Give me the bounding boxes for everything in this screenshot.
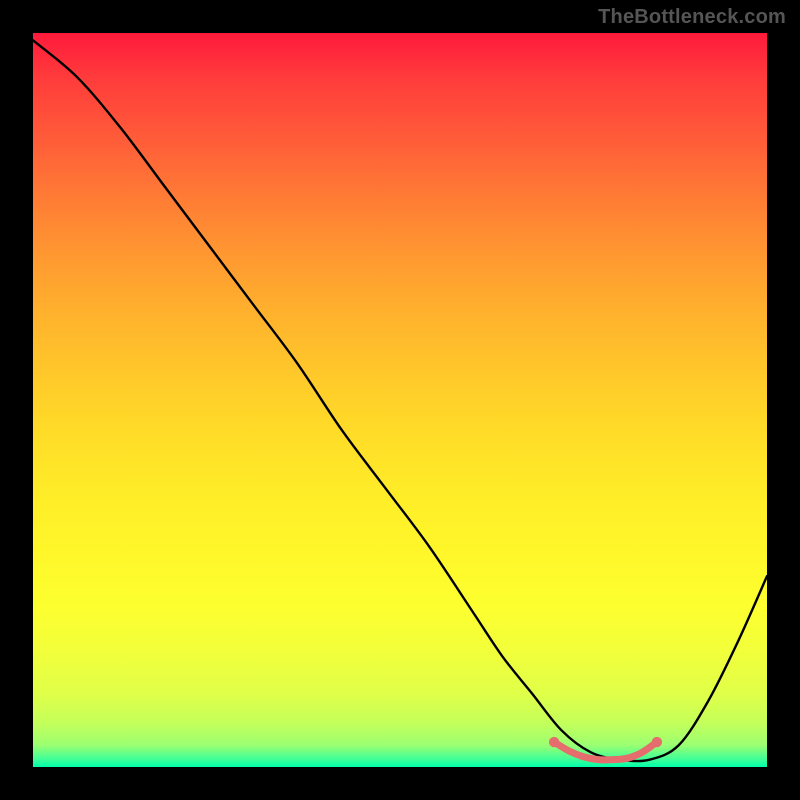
curve-layer — [33, 33, 767, 767]
figure-frame: TheBottleneck.com — [0, 0, 800, 800]
optimal-range-highlight — [554, 742, 657, 760]
watermark-text: TheBottleneck.com — [598, 6, 786, 29]
highlight-end-dot — [652, 737, 662, 747]
plot-area — [33, 33, 767, 767]
bottleneck-curve — [33, 40, 767, 761]
highlight-end-dot — [549, 737, 559, 747]
